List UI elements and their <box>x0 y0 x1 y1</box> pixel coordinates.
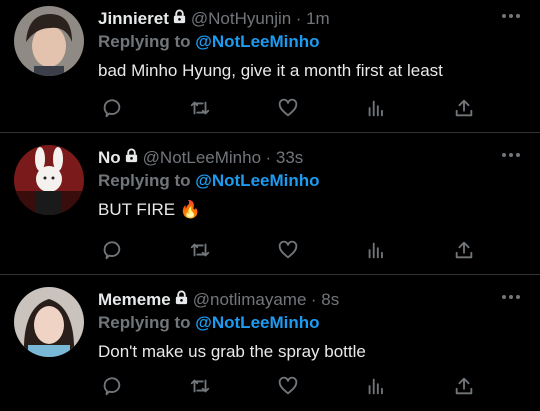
avatar[interactable] <box>14 145 84 215</box>
display-name[interactable]: Jinnieret <box>98 9 169 29</box>
retweet-icon[interactable] <box>186 94 214 122</box>
tweet-text: Don't make us grab the spray bottle <box>98 342 366 361</box>
share-icon[interactable] <box>450 372 478 400</box>
avatar-image <box>14 145 84 215</box>
replying-label: Replying to <box>98 171 196 190</box>
reply-icon[interactable] <box>98 236 126 264</box>
replying-to-link[interactable]: @NotLeeMinho <box>195 171 319 190</box>
tweet[interactable]: Jinnieret @NotHyunjin · 1m Replying to @N… <box>0 0 540 133</box>
replying-label: Replying to <box>98 313 196 332</box>
avatar[interactable] <box>14 287 84 357</box>
more-icon[interactable] <box>500 147 522 163</box>
retweet-icon[interactable] <box>186 372 214 400</box>
timestamp[interactable]: · 8s <box>311 290 339 310</box>
like-icon[interactable] <box>274 236 302 264</box>
avatar-image <box>14 287 84 357</box>
replying-to: Replying to @NotLeeMinho <box>98 313 320 333</box>
lock-icon <box>174 290 189 310</box>
user-handle[interactable]: @notlimayame <box>193 290 307 310</box>
share-icon[interactable] <box>450 94 478 122</box>
tweet-header: Jinnieret @NotHyunjin · 1m <box>98 9 540 31</box>
tweet-text: BUT FIRE 🔥 <box>98 200 202 219</box>
user-handle[interactable]: @NotLeeMinho <box>143 148 261 168</box>
timestamp[interactable]: · 1m <box>296 9 330 29</box>
avatar[interactable] <box>14 6 84 76</box>
replying-to: Replying to @NotLeeMinho <box>98 32 320 52</box>
display-name[interactable]: Mememe <box>98 290 171 310</box>
retweet-icon[interactable] <box>186 236 214 264</box>
more-icon[interactable] <box>500 289 522 305</box>
tweet-header: No @NotLeeMinho · 33s <box>98 148 540 170</box>
tweet-header: Mememe @notlimayame · 8s <box>98 290 540 312</box>
more-icon[interactable] <box>500 8 522 24</box>
analytics-icon[interactable] <box>362 94 390 122</box>
tweet-feed: Jinnieret @NotHyunjin · 1m Replying to @N… <box>0 0 540 411</box>
tweet-actions <box>98 94 488 122</box>
tweet[interactable]: No @NotLeeMinho · 33s Replying to @NotLee… <box>0 139 540 275</box>
analytics-icon[interactable] <box>362 236 390 264</box>
timestamp[interactable]: · 33s <box>266 148 304 168</box>
avatar-image <box>14 6 84 76</box>
analytics-icon[interactable] <box>362 372 390 400</box>
tweet-actions <box>98 236 488 264</box>
user-handle[interactable]: @NotHyunjin <box>191 9 291 29</box>
tweet-actions <box>98 372 488 400</box>
lock-icon <box>172 9 187 29</box>
tweet-text: bad Minho Hyung, give it a month first a… <box>98 61 443 80</box>
share-icon[interactable] <box>450 236 478 264</box>
tweet[interactable]: Mememe @notlimayame · 8s Replying to @Not… <box>0 281 540 411</box>
replying-to-link[interactable]: @NotLeeMinho <box>195 32 319 51</box>
lock-icon <box>124 148 139 168</box>
replying-to: Replying to @NotLeeMinho <box>98 171 320 191</box>
reply-icon[interactable] <box>98 372 126 400</box>
replying-label: Replying to <box>98 32 196 51</box>
display-name[interactable]: No <box>98 148 121 168</box>
like-icon[interactable] <box>274 94 302 122</box>
replying-to-link[interactable]: @NotLeeMinho <box>195 313 319 332</box>
reply-icon[interactable] <box>98 94 126 122</box>
like-icon[interactable] <box>274 372 302 400</box>
